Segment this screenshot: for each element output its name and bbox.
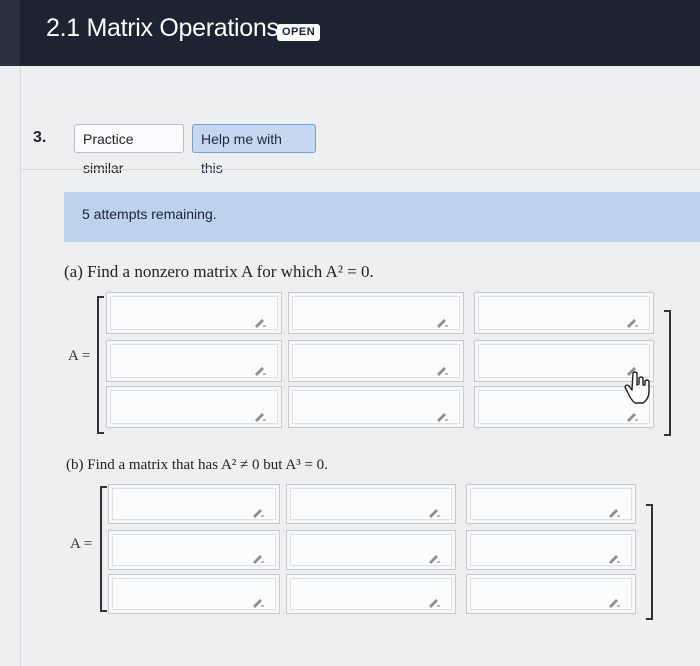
pencil-icon[interactable]	[625, 409, 639, 422]
part-b-matrix-cell-r1c2[interactable]	[286, 484, 456, 524]
page-title: 2.1 Matrix Operations	[46, 14, 279, 42]
part-a-matrix-cell-r1c2[interactable]	[288, 292, 464, 334]
pencil-icon[interactable]	[607, 551, 621, 564]
part-b-left-bracket	[100, 486, 107, 612]
part-a-matrix-cell-r3c2[interactable]	[288, 386, 464, 428]
pencil-icon[interactable]	[435, 315, 449, 328]
part-a-left-bracket	[97, 296, 104, 434]
part-b-matrix-cell-r2c1[interactable]	[108, 530, 280, 570]
left-rule	[20, 66, 21, 666]
header-bar: 2.1 Matrix Operations OPEN	[0, 0, 700, 66]
hand-cursor-icon	[624, 371, 650, 404]
part-b-matrix-cell-r3c2[interactable]	[286, 574, 456, 614]
help-me-button[interactable]: Help me with this	[192, 124, 316, 176]
pencil-icon[interactable]	[427, 551, 441, 564]
pencil-icon[interactable]	[251, 505, 265, 518]
pencil-icon[interactable]	[427, 505, 441, 518]
pencil-icon[interactable]	[435, 409, 449, 422]
part-b-matrix-cell-r2c2[interactable]	[286, 530, 456, 570]
pencil-icon[interactable]	[427, 595, 441, 608]
attempts-banner: 5 attempts remaining.	[64, 192, 700, 242]
part-a-matrix-cell-r2c1[interactable]	[106, 340, 282, 382]
open-badge: OPEN	[277, 24, 321, 41]
pencil-icon[interactable]	[251, 595, 265, 608]
part-a-right-bracket	[664, 310, 671, 436]
pencil-icon[interactable]	[253, 409, 267, 422]
part-b-lhs: A =	[70, 536, 93, 552]
pencil-icon[interactable]	[625, 315, 639, 328]
part-a-matrix-cell-r1c1[interactable]	[106, 292, 282, 334]
pencil-icon[interactable]	[607, 595, 621, 608]
practice-similar-button[interactable]: Practice similar	[74, 124, 184, 176]
pencil-icon[interactable]	[251, 551, 265, 564]
part-b-right-bracket	[646, 504, 653, 620]
part-b-matrix-cell-r1c3[interactable]	[466, 484, 636, 524]
pencil-icon[interactable]	[435, 363, 449, 376]
part-b-matrix-cell-r3c1[interactable]	[108, 574, 280, 614]
pencil-icon[interactable]	[607, 505, 621, 518]
part-b-matrix-cell-r3c3[interactable]	[466, 574, 636, 614]
header-left-strip	[0, 0, 20, 66]
part-b-matrix-cell-r1c1[interactable]	[108, 484, 280, 524]
part-a-matrix-cell-r3c1[interactable]	[106, 386, 282, 428]
part-a-prompt: (a) Find a nonzero matrix A for which A²…	[64, 262, 374, 281]
pencil-icon[interactable]	[253, 363, 267, 376]
part-b-prompt: (b) Find a matrix that has A² ≠ 0 but A³…	[66, 457, 328, 473]
divider	[20, 169, 700, 170]
part-a-lhs: A =	[68, 348, 91, 364]
pencil-icon[interactable]	[253, 315, 267, 328]
part-b-matrix-cell-r2c3[interactable]	[466, 530, 636, 570]
part-a-matrix-cell-r2c2[interactable]	[288, 340, 464, 382]
question-number: 3.	[33, 129, 47, 146]
part-a-matrix-cell-r1c3[interactable]	[474, 292, 654, 334]
